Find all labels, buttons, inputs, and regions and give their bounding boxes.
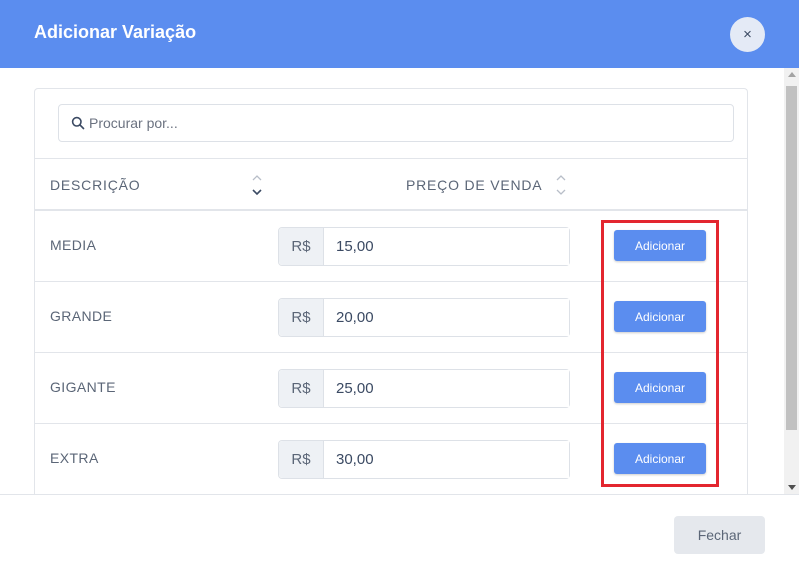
add-button[interactable]: Adicionar	[614, 443, 706, 474]
price-input[interactable]	[324, 370, 569, 407]
sort-icon[interactable]	[251, 172, 263, 198]
modal-footer: Fechar	[0, 494, 799, 573]
add-button[interactable]: Adicionar	[614, 372, 706, 403]
close-icon: ×	[743, 26, 752, 43]
scrollbar[interactable]	[784, 68, 799, 494]
price-input-group: R$	[278, 227, 570, 266]
close-button[interactable]: ×	[730, 17, 765, 52]
currency-prefix: R$	[279, 370, 324, 407]
add-button[interactable]: Adicionar	[614, 230, 706, 261]
price-input[interactable]	[324, 299, 569, 336]
table-row: EXTRA R$ Adicionar	[35, 424, 747, 494]
column-header-price: PREÇO DE VENDA	[406, 177, 543, 193]
variation-table-card: DESCRIÇÃO PREÇO DE VENDA MEDIA R$ Adicio…	[34, 88, 748, 494]
modal-title: Adicionar Variação	[34, 22, 197, 42]
currency-prefix: R$	[279, 299, 324, 336]
column-header-description: DESCRIÇÃO	[50, 177, 141, 193]
row-description: EXTRA	[50, 450, 99, 466]
price-input-group: R$	[278, 369, 570, 408]
currency-prefix: R$	[279, 228, 324, 265]
modal-dialog: Adicionar Variação × DESCRIÇÃO PREÇO DE …	[0, 0, 799, 573]
row-description: GRANDE	[50, 308, 113, 324]
modal-body: DESCRIÇÃO PREÇO DE VENDA MEDIA R$ Adicio…	[0, 68, 799, 494]
scrollbar-thumb[interactable]	[786, 86, 797, 430]
add-button[interactable]: Adicionar	[614, 301, 706, 332]
search-input[interactable]	[89, 105, 719, 141]
currency-prefix: R$	[279, 441, 324, 478]
search-icon	[71, 116, 85, 130]
search-box[interactable]	[58, 104, 734, 142]
price-input-group: R$	[278, 298, 570, 337]
table-header: DESCRIÇÃO PREÇO DE VENDA	[35, 158, 747, 211]
table-row: MEDIA R$ Adicionar	[35, 211, 747, 282]
price-input[interactable]	[324, 441, 569, 478]
price-input-group: R$	[278, 440, 570, 479]
table-row: GIGANTE R$ Adicionar	[35, 353, 747, 424]
sort-icon[interactable]	[555, 172, 567, 198]
table-row: GRANDE R$ Adicionar	[35, 282, 747, 353]
modal-header: Adicionar Variação ×	[0, 0, 799, 68]
row-description: GIGANTE	[50, 379, 116, 395]
row-description: MEDIA	[50, 237, 97, 253]
scroll-up-arrow[interactable]	[788, 72, 796, 77]
price-input[interactable]	[324, 228, 569, 265]
fechar-button[interactable]: Fechar	[674, 516, 765, 554]
scroll-down-arrow[interactable]	[788, 485, 796, 490]
